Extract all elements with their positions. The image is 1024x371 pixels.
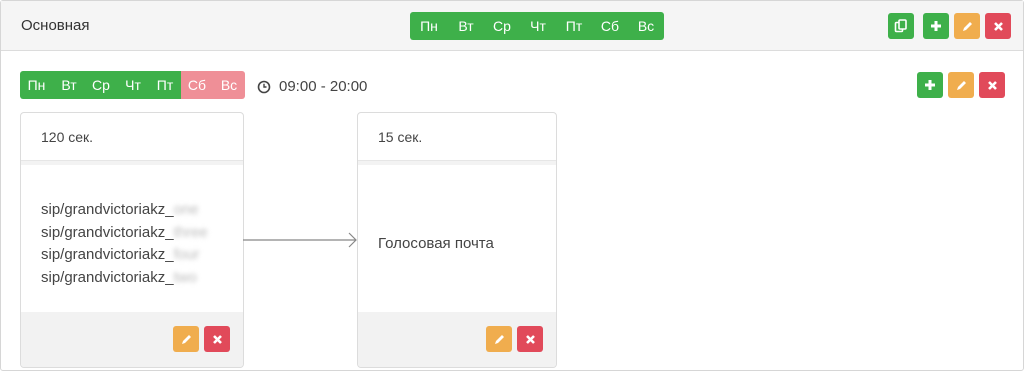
delete-rule-button[interactable] bbox=[979, 72, 1005, 98]
close-icon bbox=[993, 21, 1003, 31]
edit-step-button[interactable] bbox=[486, 326, 512, 352]
step-card-footer bbox=[358, 312, 556, 367]
step-card-header: 120 сек. bbox=[21, 113, 243, 165]
rule-day-sat[interactable]: Сб bbox=[181, 71, 213, 99]
add-step-button[interactable] bbox=[917, 72, 943, 98]
plus-icon bbox=[925, 80, 935, 90]
list-item: sip/grandvictoriakz_one bbox=[41, 201, 199, 218]
list-item: sip/grandvictoriakz_two bbox=[41, 268, 197, 286]
step-timeout: 120 сек. bbox=[41, 129, 94, 145]
step-card-header: 15 сек. bbox=[358, 113, 556, 165]
rule-day-thu[interactable]: Чт bbox=[117, 71, 149, 99]
panel-title: Основная bbox=[21, 17, 90, 34]
header-day-fri[interactable]: Пт bbox=[556, 12, 592, 40]
delete-step-button[interactable] bbox=[517, 326, 543, 352]
close-icon bbox=[987, 80, 997, 90]
voicemail-destination: Голосовая почта bbox=[378, 235, 494, 252]
header-day-wed[interactable]: Ср bbox=[484, 12, 520, 40]
close-icon bbox=[212, 334, 222, 344]
step-card-1: 120 сек. sip/grandvictoriakz_one sip/gra… bbox=[20, 112, 244, 368]
delete-route-button[interactable] bbox=[985, 13, 1011, 39]
list-item: sip/grandvictoriakz_three bbox=[41, 223, 208, 241]
header-day-sun[interactable]: Вс bbox=[628, 12, 664, 40]
delete-step-button[interactable] bbox=[204, 326, 230, 352]
list-item: sip/grandvictoriakz_four bbox=[41, 246, 200, 263]
header-day-tue[interactable]: Вт bbox=[448, 12, 484, 40]
panel-header: Основная Пн Вт Ср Чт Пт Сб Вс bbox=[1, 1, 1023, 51]
close-icon bbox=[525, 334, 535, 344]
header-day-mon[interactable]: Пн bbox=[410, 12, 448, 40]
edit-step-button[interactable] bbox=[173, 326, 199, 352]
pencil-icon bbox=[962, 21, 972, 31]
flow-arrow-icon bbox=[243, 232, 357, 248]
add-rule-button[interactable] bbox=[923, 13, 949, 39]
routing-panel: Основная Пн Вт Ср Чт Пт Сб Вс Пн Вт Ср Ч… bbox=[0, 0, 1024, 371]
copy-button[interactable] bbox=[888, 13, 914, 39]
header-day-sat[interactable]: Сб bbox=[592, 12, 628, 40]
pencil-icon bbox=[181, 334, 191, 344]
step-card-2: 15 сек. Голосовая почта bbox=[357, 112, 557, 368]
pencil-icon bbox=[494, 334, 504, 344]
step-timeout: 15 сек. bbox=[378, 129, 423, 145]
edit-route-button[interactable] bbox=[954, 13, 980, 39]
clock-icon bbox=[257, 80, 271, 94]
rule-day-sun[interactable]: Вс bbox=[213, 71, 245, 99]
destination-list: sip/grandvictoriakz_one sip/grandvictori… bbox=[41, 199, 208, 289]
rule-day-fri[interactable]: Пт bbox=[149, 71, 181, 99]
rule-day-wed[interactable]: Ср bbox=[85, 71, 117, 99]
step-card-footer bbox=[21, 312, 243, 367]
header-days-group: Пн Вт Ср Чт Пт Сб Вс bbox=[410, 12, 664, 40]
edit-rule-button[interactable] bbox=[948, 72, 974, 98]
header-day-thu[interactable]: Чт bbox=[520, 12, 556, 40]
time-range: 09:00 - 20:00 bbox=[279, 78, 368, 95]
rule-day-mon[interactable]: Пн bbox=[20, 71, 53, 99]
rule-day-tue[interactable]: Вт bbox=[53, 71, 85, 99]
rule-days-group: Пн Вт Ср Чт Пт Сб Вс bbox=[20, 71, 245, 99]
plus-icon bbox=[931, 21, 941, 31]
copy-icon bbox=[894, 19, 907, 33]
pencil-icon bbox=[956, 80, 966, 90]
